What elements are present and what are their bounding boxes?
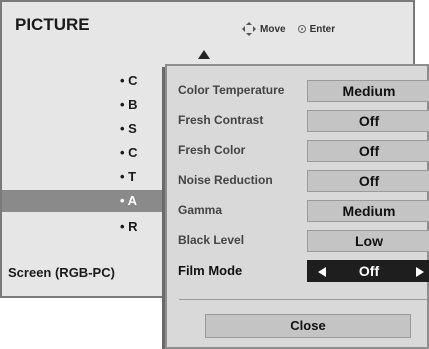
setting-row-color-temperature[interactable]: Color Temperature Medium [167, 78, 429, 104]
setting-value[interactable]: Medium [307, 200, 429, 222]
setting-label: Noise Reduction [178, 173, 273, 187]
enter-icon [297, 25, 306, 33]
menu-item-label: • S [120, 121, 137, 136]
screen-mode-label: Screen (RGB-PC) [8, 265, 115, 280]
arrow-right-icon[interactable] [416, 267, 424, 277]
setting-value[interactable]: Low [307, 230, 429, 252]
divider [179, 299, 427, 300]
setting-row-fresh-color[interactable]: Fresh Color Off [167, 138, 429, 164]
close-button[interactable]: Close [205, 314, 411, 338]
setting-value[interactable]: Off [307, 170, 429, 192]
setting-label: Fresh Contrast [178, 113, 264, 127]
setting-row-film-mode[interactable]: Film Mode Off [167, 258, 429, 284]
menu-item-label: • C [120, 73, 138, 88]
navigation-hint: Move Enter [242, 22, 335, 36]
menu-item-label: • A [120, 193, 138, 208]
menu-item-label: • C [120, 145, 138, 160]
move-hint-label: Move [260, 23, 286, 35]
setting-row-black-level[interactable]: Black Level Low [167, 228, 429, 254]
setting-value[interactable]: Off [307, 110, 429, 132]
advanced-picture-submenu: Color Temperature Medium Fresh Contrast … [165, 64, 429, 349]
setting-row-noise-reduction[interactable]: Noise Reduction Off [167, 168, 429, 194]
setting-row-gamma[interactable]: Gamma Medium [167, 198, 429, 224]
setting-label: Color Temperature [178, 83, 285, 97]
move-arrows-icon [242, 22, 256, 36]
setting-value[interactable]: Off [307, 140, 429, 162]
setting-label: Black Level [178, 233, 245, 247]
menu-header: PICTURE Move Enter [2, 2, 413, 52]
page-title: PICTURE [15, 15, 90, 34]
setting-label: Gamma [178, 203, 223, 217]
setting-label: Film Mode [178, 263, 243, 278]
menu-item-label: • B [120, 97, 138, 112]
setting-row-fresh-contrast[interactable]: Fresh Contrast Off [167, 108, 429, 134]
enter-hint-label: Enter [309, 23, 336, 35]
setting-label: Fresh Color [178, 143, 246, 157]
setting-value: Off [358, 263, 380, 279]
submenu-pointer-icon [198, 50, 210, 59]
arrow-left-icon[interactable] [318, 267, 326, 277]
menu-item-label: • T [120, 169, 137, 184]
menu-item-label: • R [120, 219, 138, 234]
setting-value-selector[interactable]: Off [307, 260, 429, 282]
setting-value[interactable]: Medium [307, 80, 429, 102]
